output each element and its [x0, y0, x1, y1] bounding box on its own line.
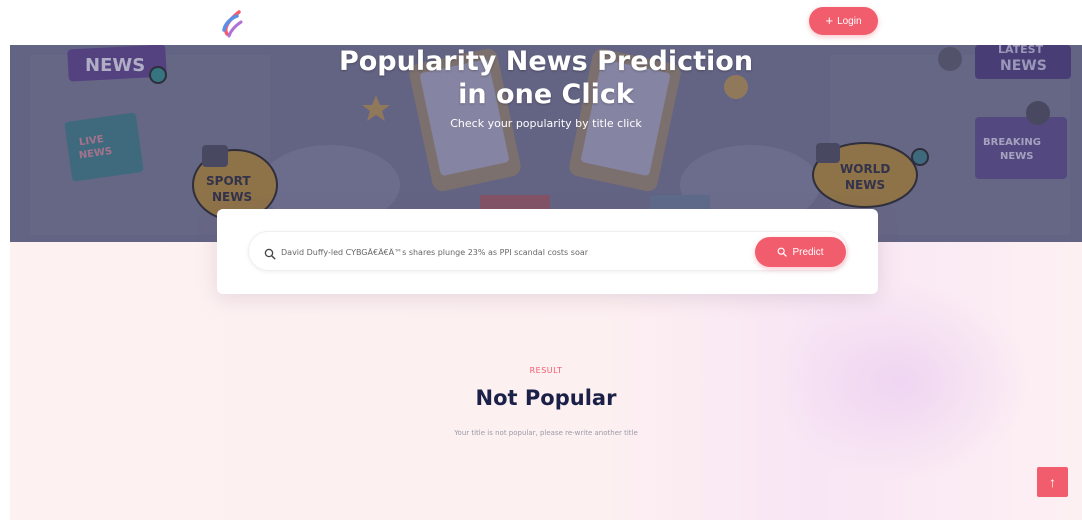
hero-title: Popularity News Prediction in one Click	[10, 45, 1082, 111]
decorative-glow	[770, 282, 1030, 482]
login-button[interactable]: + Login	[809, 7, 878, 35]
search-bar: Predict	[248, 231, 848, 271]
predict-button[interactable]: Predict	[755, 237, 846, 267]
hero-title-line1: Popularity News Prediction	[338, 46, 754, 77]
arrow-up-icon: ↑	[1049, 474, 1056, 490]
header: + Login	[0, 0, 1082, 45]
search-input[interactable]	[281, 241, 781, 263]
search-icon	[264, 245, 276, 260]
result-label: RESULT	[529, 366, 563, 375]
search-card: Predict	[217, 209, 878, 294]
logo-icon[interactable]	[219, 8, 245, 38]
predict-search-icon	[778, 247, 788, 257]
result-description: Your title is not popular, please re-wri…	[454, 429, 638, 437]
login-label: Login	[837, 15, 862, 27]
back-to-top-button[interactable]: ↑	[1037, 467, 1068, 497]
page: + Login NEWS LIVE NEWS SPORT NEWS LATEST…	[0, 0, 1082, 520]
plus-icon: +	[825, 13, 834, 28]
result-title: Not Popular	[475, 386, 617, 410]
hero-subtitle: Check your popularity by title click	[450, 117, 642, 130]
hero-title-line2: in one Click	[458, 79, 634, 110]
predict-label: Predict	[792, 246, 824, 258]
